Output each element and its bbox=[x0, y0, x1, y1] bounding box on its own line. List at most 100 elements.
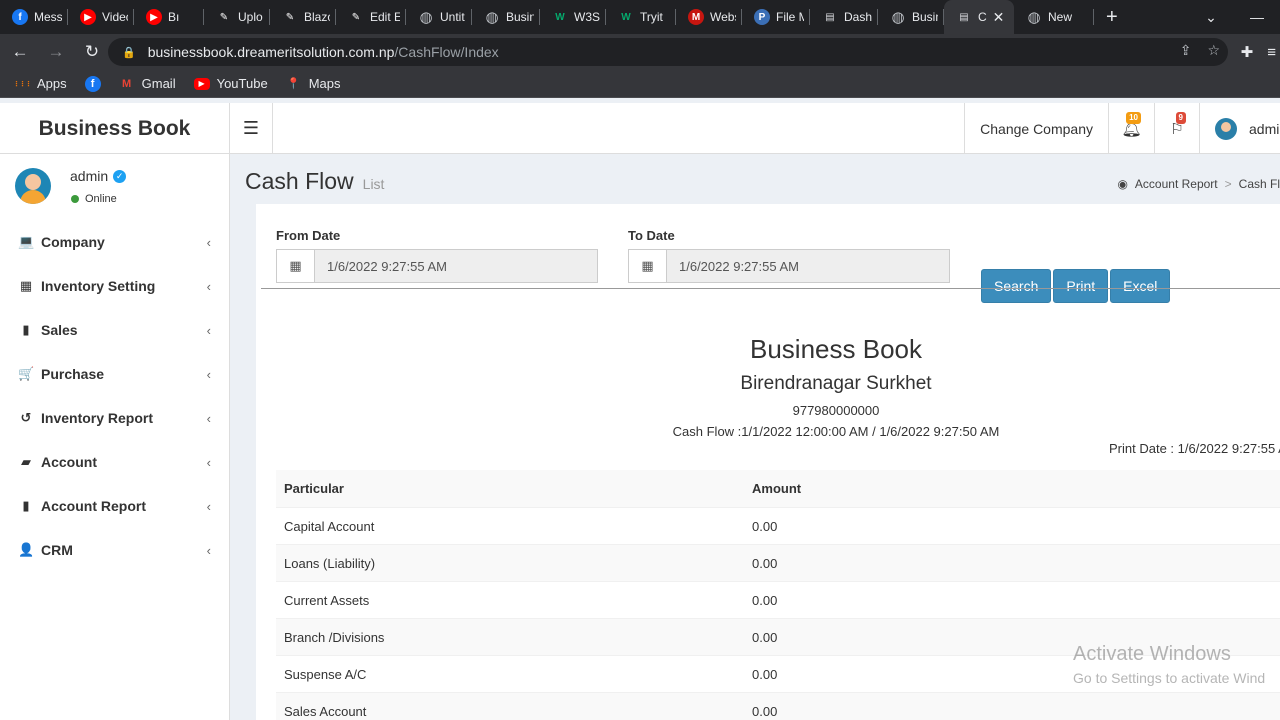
user-menu[interactable]: admi bbox=[1199, 103, 1280, 154]
book-icon: ▰ bbox=[21, 454, 31, 469]
browser-tab[interactable]: ◍ Busin bbox=[472, 0, 540, 34]
divider bbox=[261, 288, 1280, 289]
table-row: Capital Account 0.00 bbox=[276, 507, 1280, 544]
tab-search-icon[interactable]: ⌄ bbox=[1188, 9, 1234, 26]
hamburger-icon[interactable]: ☰ bbox=[230, 103, 273, 154]
excel-button[interactable]: Excel bbox=[1110, 269, 1171, 303]
bookmark-youtube[interactable]: ▶ YouTube bbox=[193, 76, 268, 91]
main-content: Cash Flow List ◉ Account Report > Cash F… bbox=[230, 154, 1280, 720]
bookmark-apps[interactable]: ⋮⋮⋮ Apps bbox=[13, 76, 67, 92]
bookmarks-bar: ⋮⋮⋮ Apps f M Gmail ▶ YouTube 📍 Maps bbox=[0, 70, 1280, 98]
browser-tab[interactable]: ▤ Dashl bbox=[810, 0, 878, 34]
browser-tab[interactable]: ▶ Videc bbox=[68, 0, 134, 34]
sidebar-item-label: Purchase bbox=[41, 366, 105, 382]
sidebar-item-label: CRM bbox=[41, 542, 73, 558]
watermark-line-1: Activate Windows bbox=[1073, 643, 1231, 665]
globe-icon: ◍ bbox=[419, 9, 433, 26]
extensions-icon[interactable]: ✚ bbox=[1241, 43, 1254, 61]
globe-icon: ◍ bbox=[1027, 9, 1041, 26]
change-company-button[interactable]: Change Company bbox=[964, 103, 1108, 154]
print-button[interactable]: Print bbox=[1053, 269, 1109, 303]
window-controls: ⌄ — bbox=[1188, 0, 1280, 34]
cell-particular: Sales Account bbox=[284, 703, 367, 719]
browser-tab-label: Blazo bbox=[304, 10, 330, 24]
report-phone: 977980000000 bbox=[792, 403, 880, 418]
menu-icon[interactable]: ≡ bbox=[1267, 44, 1276, 61]
p-icon: P bbox=[754, 9, 770, 25]
browser-tab[interactable]: ◍ New bbox=[1014, 0, 1094, 34]
from-date-input[interactable]: ▦ 1/6/2022 9:27:55 AM bbox=[276, 249, 598, 283]
bookmark-label: Apps bbox=[37, 76, 67, 91]
browser-tab-label: C bbox=[978, 10, 987, 24]
calendar-icon[interactable]: ▦ bbox=[629, 250, 667, 282]
browser-tab[interactable]: ◍ Busin bbox=[878, 0, 944, 34]
bookmark-gmail[interactable]: M Gmail bbox=[119, 76, 176, 92]
report-company: Business Book bbox=[750, 334, 922, 364]
cell-amount: 0.00 bbox=[752, 703, 778, 719]
sidebar-item-company[interactable]: 💻 Company ‹ bbox=[0, 220, 229, 264]
browser-tab[interactable]: W Tryit bbox=[606, 0, 676, 34]
share-icon[interactable]: ⇪ bbox=[1180, 42, 1192, 59]
sidebar-item-sales[interactable]: ▮ Sales ‹ bbox=[0, 308, 229, 352]
browser-tab-label: Edit E bbox=[370, 10, 400, 24]
browser-tab[interactable]: ▶ Bı bbox=[134, 0, 204, 34]
windows-activation-watermark: Activate Windows Go to Settings to activ… bbox=[1073, 643, 1265, 686]
calendar-icon[interactable]: ▦ bbox=[277, 250, 315, 282]
search-button[interactable]: Search bbox=[981, 269, 1052, 303]
browser-tab[interactable]: P File M bbox=[742, 0, 810, 34]
facebook-icon: f bbox=[84, 75, 101, 92]
youtube-icon: ▶ bbox=[80, 9, 96, 25]
sidebar-item-label: Company bbox=[41, 234, 105, 250]
bookmark-facebook[interactable]: f bbox=[84, 75, 101, 92]
notifications-button[interactable]: 🔔︎ 10 bbox=[1108, 103, 1154, 154]
app-header: Business Book ☰ Change Company 🔔︎ 10 ⚐ 9… bbox=[0, 103, 1280, 154]
breadcrumb-item-account-report[interactable]: Account Report bbox=[1135, 177, 1218, 191]
w3schools-icon: W bbox=[555, 11, 565, 23]
bookmark-maps[interactable]: 📍 Maps bbox=[286, 76, 341, 92]
cell-particular: Capital Account bbox=[284, 518, 375, 534]
sidebar: admin ✓ Online 💻 Company ‹ ▦ Inventory Setti… bbox=[0, 154, 230, 720]
minimize-icon[interactable]: — bbox=[1234, 9, 1280, 25]
chevron-left-icon: ‹ bbox=[206, 498, 211, 514]
cart-icon: 🛒 bbox=[18, 366, 35, 381]
sidebar-item-crm[interactable]: 👤 CRM ‹ bbox=[0, 528, 229, 572]
page-icon: ✎ bbox=[285, 11, 295, 23]
new-tab-icon[interactable]: + bbox=[1106, 6, 1118, 29]
table-row: Current Assets 0.00 bbox=[276, 581, 1280, 618]
bookmark-label: Gmail bbox=[141, 76, 176, 91]
from-date-value: 1/6/2022 9:27:55 AM bbox=[327, 258, 447, 274]
sidebar-item-account[interactable]: ▰ Account ‹ bbox=[0, 440, 229, 484]
back-icon[interactable]: ← bbox=[4, 36, 36, 68]
page-title: Cash Flow List bbox=[245, 168, 384, 195]
browser-tab[interactable]: ✎ Edit E bbox=[336, 0, 406, 34]
browser-tab[interactable]: M Webs bbox=[676, 0, 742, 34]
star-icon[interactable]: ☆ bbox=[1207, 42, 1220, 59]
forward-icon[interactable]: → bbox=[40, 36, 72, 68]
sidebar-item-purchase[interactable]: 🛒 Purchase ‹ bbox=[0, 352, 229, 396]
user-avatar bbox=[15, 168, 51, 204]
browser-tab[interactable]: ▤ C ✕ bbox=[944, 0, 1014, 34]
sidebar-item-account-report[interactable]: ▮ Account Report ‹ bbox=[0, 484, 229, 528]
browser-tab[interactable]: ✎ Blazo bbox=[270, 0, 336, 34]
browser-tabstrip: f Mess ▶ Videc ▶ Bı ✎ Uplo ✎ Blazo ✎ Edit E ◍ Untit ◍ B… bbox=[0, 0, 1280, 34]
user-name-text: admin bbox=[70, 168, 109, 184]
flags-button[interactable]: ⚐ 9 bbox=[1154, 103, 1199, 154]
doc-icon: ▤ bbox=[825, 11, 835, 23]
report-icon: ▮ bbox=[22, 498, 30, 513]
sidebar-item-inventory-report[interactable]: ↺ Inventory Report ‹ bbox=[0, 396, 229, 440]
bookmark-label: YouTube bbox=[216, 76, 268, 91]
address-bar[interactable]: 🔒 businessbook.dreameritsolution.com.np … bbox=[108, 38, 1228, 66]
sidebar-item-inventory-setting[interactable]: ▦ Inventory Setting ‹ bbox=[0, 264, 229, 308]
to-date-input[interactable]: ▦ 1/6/2022 9:27:55 AM bbox=[628, 249, 950, 283]
maps-icon: 📍 bbox=[286, 78, 301, 90]
browser-tab[interactable]: ◍ Untit bbox=[406, 0, 472, 34]
close-tab-icon[interactable]: ✕ bbox=[993, 9, 1005, 26]
from-date-label: From Date bbox=[276, 228, 341, 243]
brand-logo[interactable]: Business Book bbox=[0, 103, 230, 154]
browser-tab[interactable]: f Mess bbox=[0, 0, 68, 34]
from-date-group: From Date ▦ 1/6/2022 9:27:55 AM bbox=[276, 228, 598, 283]
browser-tab[interactable]: ✎ Uplo bbox=[204, 0, 270, 34]
browser-tab[interactable]: W W3Sc bbox=[540, 0, 606, 34]
reload-icon[interactable]: ↻ bbox=[76, 36, 108, 68]
chevron-left-icon: ‹ bbox=[206, 278, 211, 294]
